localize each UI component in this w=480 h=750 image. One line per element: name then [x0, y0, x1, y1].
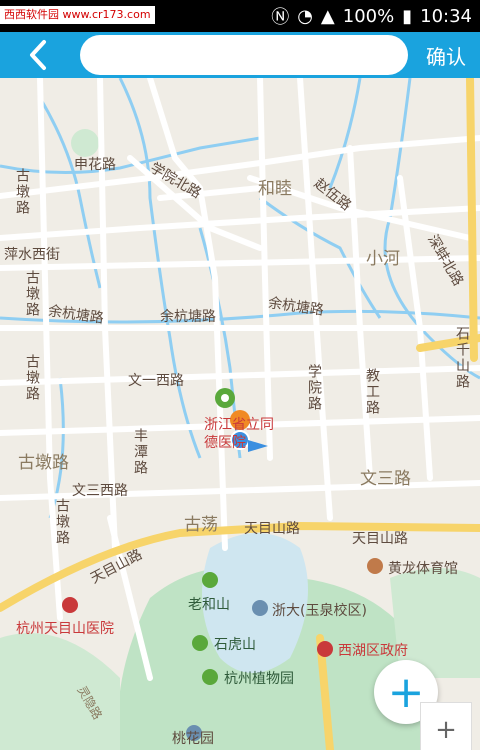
top-nav-bar: 确认 — [0, 32, 480, 78]
clock: 10:34 — [420, 5, 472, 27]
watermark: 西西软件园 www.cr173.com — [0, 6, 155, 24]
poi-label[interactable]: 石虎山 — [214, 634, 256, 654]
map-label: 古墩路 — [54, 498, 70, 546]
status-icons: Ⓝ ◔ ▲ 100% ▮ 10:34 — [271, 0, 472, 32]
map-label: 和睦 — [258, 179, 292, 199]
map-label: 天目山路 — [352, 531, 408, 547]
map-label: 古墩路 — [24, 354, 40, 402]
poi-label[interactable]: 老和山 — [188, 594, 230, 614]
map-label: 文三西路 — [72, 483, 128, 499]
zoom-in-small-button[interactable]: + — [420, 702, 472, 750]
map-label: 古墩路 — [24, 270, 40, 318]
map-label: 萍水西街 — [4, 247, 60, 263]
nfc-icon: Ⓝ — [271, 7, 290, 28]
poi-label[interactable]: 杭州天目山医院 — [16, 618, 114, 638]
map-label: 申花路 — [74, 157, 116, 173]
map-label: 余杭塘路 — [160, 309, 216, 325]
search-input[interactable] — [80, 35, 408, 75]
wifi-icon: ◔ — [297, 5, 313, 27]
hospital-label: 浙江省立同德医院 — [204, 417, 274, 451]
map-label: 小河 — [366, 249, 400, 269]
battery-text: 100% — [342, 5, 395, 27]
poi-label[interactable]: 桃花园 — [172, 728, 214, 748]
signal-icon: ▲ — [320, 5, 335, 27]
back-icon[interactable] — [22, 38, 56, 72]
poi-label[interactable]: 黄龙体育馆 — [388, 558, 458, 578]
map-label: 古墩路 — [18, 453, 69, 473]
map-label: 石千山路 — [454, 326, 470, 390]
map-label: 丰潭路 — [132, 428, 148, 476]
map-label: 古荡 — [184, 515, 218, 535]
poi-label[interactable]: 浙大(玉泉校区) — [272, 600, 367, 620]
map-label: 天目山路 — [244, 521, 300, 537]
confirm-button[interactable]: 确认 — [426, 41, 466, 70]
map-label: 文三路 — [360, 469, 411, 489]
map-label: 古墩路 — [14, 168, 30, 216]
status-bar: 西西软件园 www.cr173.com Ⓝ ◔ ▲ 100% ▮ 10:34 — [0, 0, 480, 32]
battery-icon: ▮ — [402, 5, 413, 27]
poi-label[interactable]: 西湖区政府 — [338, 640, 408, 660]
poi-label[interactable]: 杭州植物园 — [224, 668, 294, 688]
map-label: 文一西路 — [128, 373, 184, 389]
map-label: 教工路 — [364, 368, 380, 416]
map-label: 学院路 — [306, 364, 322, 412]
map-view[interactable]: 申花路 学院北路 和睦 赵伍路 古墩路 萍水西街 小河 深蚌北路 古墩路 余杭塘… — [0, 78, 480, 750]
